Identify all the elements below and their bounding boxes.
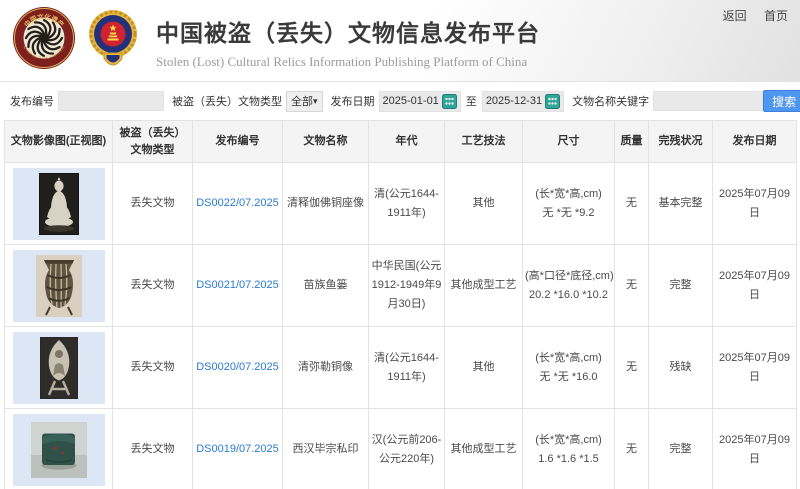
date-to-field[interactable]: 2025-12-31 bbox=[482, 91, 564, 112]
relic-number-link[interactable]: DS0021/07.2025 bbox=[196, 279, 279, 291]
calendar-icon[interactable] bbox=[442, 94, 457, 109]
site-header: 返回 首页 bbox=[0, 0, 800, 82]
relic-number-link[interactable]: DS0022/07.2025 bbox=[196, 197, 279, 209]
column-header: 发布日期 bbox=[713, 121, 797, 163]
relic-type: 丢失文物 bbox=[113, 245, 193, 327]
relic-type: 丢失文物 bbox=[113, 409, 193, 489]
relic-publish-date: 2025年07月09日 bbox=[713, 409, 797, 489]
relic-condition: 完整 bbox=[649, 245, 713, 327]
relic-mass: 无 bbox=[615, 245, 649, 327]
relic-number-cell: DS0022/07.2025 bbox=[193, 163, 283, 245]
column-header: 质量 bbox=[615, 121, 649, 163]
relic-type: 丢失文物 bbox=[113, 163, 193, 245]
bronze-seal-photo bbox=[13, 414, 105, 486]
seated-buddha-photo bbox=[13, 168, 105, 240]
relic-type-selected-value: 全部 bbox=[291, 93, 313, 109]
relic-size: (长*宽*高,cm) 无 *无 *16.0 bbox=[523, 327, 615, 409]
relic-type: 丢失文物 bbox=[113, 327, 193, 409]
search-button[interactable]: 搜索 bbox=[763, 90, 800, 112]
top-links: 返回 首页 bbox=[709, 7, 788, 24]
relic-image-cell bbox=[5, 327, 113, 409]
relics-table-wrap: 文物影像图(正视图)被盗（丢失）文物类型发布编号文物名称年代工艺技法尺寸质量完残… bbox=[0, 120, 800, 489]
date-from-field[interactable]: 2025-01-01 bbox=[379, 91, 461, 112]
column-header: 完残状况 bbox=[649, 121, 713, 163]
relic-name: 苗族鱼篓 bbox=[283, 245, 369, 327]
relic-number-link[interactable]: DS0020/07.2025 bbox=[196, 361, 279, 373]
relic-name: 西汉毕宗私印 bbox=[283, 409, 369, 489]
relic-type-select[interactable]: 全部 ▾ bbox=[286, 91, 323, 112]
relic-condition: 基本完整 bbox=[649, 163, 713, 245]
relic-craft: 其他 bbox=[445, 163, 523, 245]
relic-size: (长*宽*高,cm) 无 *无 *9.2 bbox=[523, 163, 615, 245]
publish-number-label: 发布编号 bbox=[10, 93, 54, 109]
date-to-value: 2025-12-31 bbox=[486, 95, 542, 107]
relic-era: 中华民国(公元1912-1949年9月30日) bbox=[369, 245, 445, 327]
relic-mass: 无 bbox=[615, 409, 649, 489]
woven-fish-basket-photo bbox=[13, 250, 105, 322]
relic-craft: 其他成型工艺 bbox=[445, 409, 523, 489]
date-range-to-label: 至 bbox=[466, 93, 477, 109]
back-link[interactable]: 返回 bbox=[723, 9, 747, 23]
relic-mass: 无 bbox=[615, 163, 649, 245]
relic-publish-date: 2025年07月09日 bbox=[713, 327, 797, 409]
relic-era: 清(公元1644-1911年) bbox=[369, 327, 445, 409]
table-row: 丢失文物 DS0021/07.2025 苗族鱼篓 中华民国(公元1912-194… bbox=[5, 245, 797, 327]
relic-condition: 残缺 bbox=[649, 327, 713, 409]
relic-size: (长*宽*高,cm) 1.6 *1.6 *1.5 bbox=[523, 409, 615, 489]
calendar-icon[interactable] bbox=[545, 94, 560, 109]
relic-mass: 无 bbox=[615, 327, 649, 409]
relic-type-label: 被盗（丢失）文物类型 bbox=[172, 93, 282, 109]
relic-craft: 其他成型工艺 bbox=[445, 245, 523, 327]
chevron-down-icon: ▾ bbox=[313, 96, 318, 107]
relic-publish-date: 2025年07月09日 bbox=[713, 245, 797, 327]
relic-name: 清弥勒铜像 bbox=[283, 327, 369, 409]
relic-era: 汉(公元前206-公元220年) bbox=[369, 409, 445, 489]
column-header: 文物名称 bbox=[283, 121, 369, 163]
relic-number-cell: DS0019/07.2025 bbox=[193, 409, 283, 489]
keyword-input[interactable] bbox=[653, 91, 763, 111]
column-header: 工艺技法 bbox=[445, 121, 523, 163]
relics-table: 文物影像图(正视图)被盗（丢失）文物类型发布编号文物名称年代工艺技法尺寸质量完残… bbox=[4, 120, 797, 489]
column-header: 发布编号 bbox=[193, 121, 283, 163]
table-row: 丢失文物 DS0020/07.2025 清弥勒铜像 清(公元1644-1911年… bbox=[5, 327, 797, 409]
filter-bar: 发布编号 被盗（丢失）文物类型 全部 ▾ 发布日期 2025-01-01 至 2… bbox=[0, 82, 800, 120]
site-title: 中国被盗（丢失）文物信息发布平台 bbox=[156, 14, 540, 48]
relic-condition: 完整 bbox=[649, 409, 713, 489]
home-link[interactable]: 首页 bbox=[764, 9, 788, 23]
site-subtitle: Stolen (Lost) Cultural Relics Informatio… bbox=[156, 54, 540, 70]
date-from-value: 2025-01-01 bbox=[383, 95, 439, 107]
column-header: 被盗（丢失）文物类型 bbox=[113, 121, 193, 163]
column-header: 尺寸 bbox=[523, 121, 615, 163]
table-header-row: 文物影像图(正视图)被盗（丢失）文物类型发布编号文物名称年代工艺技法尺寸质量完残… bbox=[5, 121, 797, 163]
police-badge-icon bbox=[84, 6, 142, 75]
table-row: 丢失文物 DS0019/07.2025 西汉毕宗私印 汉(公元前206-公元22… bbox=[5, 409, 797, 489]
relic-image-cell bbox=[5, 245, 113, 327]
column-header: 文物影像图(正视图) bbox=[5, 121, 113, 163]
relic-number-cell: DS0021/07.2025 bbox=[193, 245, 283, 327]
publish-date-label: 发布日期 bbox=[331, 93, 375, 109]
keyword-label: 文物名称关键字 bbox=[572, 93, 649, 109]
publish-number-input[interactable] bbox=[58, 91, 164, 111]
relic-craft: 其他 bbox=[445, 327, 523, 409]
buddha-halo-statue-photo bbox=[13, 332, 105, 404]
relic-number-cell: DS0020/07.2025 bbox=[193, 327, 283, 409]
relic-publish-date: 2025年07月09日 bbox=[713, 163, 797, 245]
relic-era: 清(公元1644-1911年) bbox=[369, 163, 445, 245]
column-header: 年代 bbox=[369, 121, 445, 163]
relic-image-cell bbox=[5, 163, 113, 245]
relic-number-link[interactable]: DS0019/07.2025 bbox=[196, 443, 279, 455]
table-row: 丢失文物 DS0022/07.2025 清释伽佛铜座像 清(公元1644-191… bbox=[5, 163, 797, 245]
china-cultural-heritage-logo: 中国文化遗产 CHINA CULTURAL HERITAGE bbox=[12, 6, 76, 75]
relic-image-cell bbox=[5, 409, 113, 489]
relic-size: (高*口径*底径,cm) 20.2 *16.0 *10.2 bbox=[523, 245, 615, 327]
relic-name: 清释伽佛铜座像 bbox=[283, 163, 369, 245]
